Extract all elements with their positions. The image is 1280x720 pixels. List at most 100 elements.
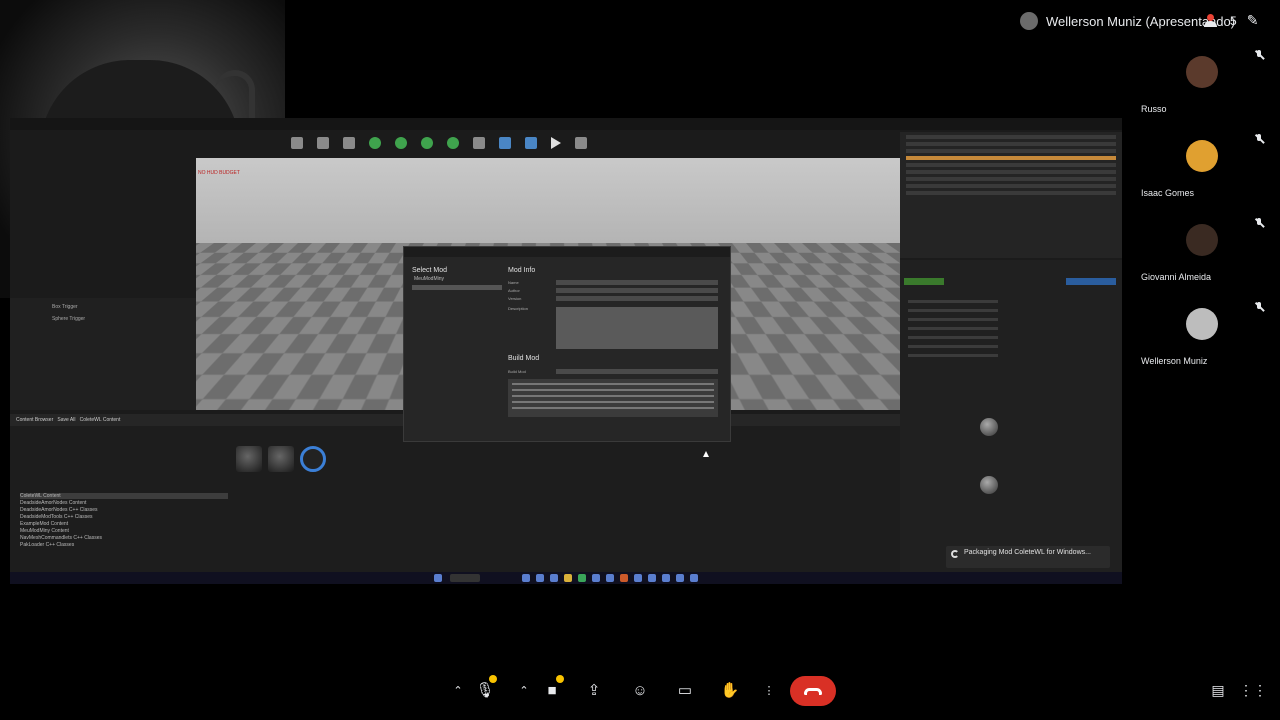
taskbar-app-icon — [536, 574, 544, 582]
taskbar-app-icon — [578, 574, 586, 582]
activities-icon[interactable]: ⋮⋮ — [1239, 680, 1267, 700]
field-label: Author — [508, 288, 520, 293]
details-row — [908, 354, 998, 357]
taskbar-app-icon — [634, 574, 642, 582]
taskbar-app-icon — [648, 574, 656, 582]
build-mod-button — [556, 369, 718, 374]
world-outliner — [900, 132, 1122, 258]
participant-name: Russo — [1141, 104, 1167, 114]
outliner-row — [906, 149, 1116, 153]
save-all-button: Save All — [57, 417, 76, 423]
meet-call-window: Wellerson Muniz (Apresentando) 5 ✎ Box T… — [0, 0, 1280, 720]
camera-indicator — [556, 675, 564, 683]
tree-item: PakLoader C++ Classes — [20, 542, 75, 548]
details-row — [908, 300, 998, 303]
captions-icon[interactable]: ▭ — [667, 672, 703, 708]
camera-icon[interactable]: ■ — [534, 672, 570, 708]
participant-tile[interactable]: Wellerson Muniz — [1136, 300, 1272, 380]
content-path: ColeteWL Content — [79, 417, 121, 423]
log-line — [512, 383, 714, 385]
people-icon[interactable] — [1204, 13, 1220, 28]
details-row — [908, 327, 998, 330]
raise-hand-icon[interactable]: ✋ — [712, 672, 748, 708]
description-field — [556, 307, 718, 349]
log-line — [512, 401, 714, 403]
taskbar-app-icon — [662, 574, 670, 582]
blueprint-icon — [369, 137, 381, 149]
presenter-indicator[interactable]: Wellerson Muniz (Apresentando) — [1020, 12, 1235, 30]
details-panel — [900, 260, 1122, 576]
tree-item: MeuModMiny Content — [20, 528, 69, 534]
tree-item: ColeteWL Content — [20, 493, 228, 499]
editor-titlebar — [10, 118, 1122, 130]
taskbar-app-icon — [676, 574, 684, 582]
marketplace-icon — [317, 137, 329, 149]
participant-tile[interactable]: Giovanni Almeida — [1136, 216, 1272, 296]
tree-item: DeadsideAmorNodes Content — [20, 500, 87, 506]
log-line — [512, 407, 714, 409]
participant-tile[interactable]: Russo — [1136, 48, 1272, 128]
emoji-icon[interactable]: ☺ — [622, 672, 658, 708]
participant-name: Giovanni Almeida — [1141, 272, 1212, 282]
name-field — [556, 280, 718, 285]
mouse-cursor — [703, 451, 709, 457]
participant-name: Wellerson Muniz — [1141, 356, 1208, 366]
mod-info-heading: Mod Info — [508, 267, 536, 274]
mic-icon[interactable]: 🎙 — [467, 672, 503, 708]
settings-icon — [343, 137, 355, 149]
mic-off-icon — [1254, 302, 1264, 312]
build-mod-icon — [395, 137, 407, 149]
hangup-button[interactable] — [790, 676, 836, 706]
play-icon — [551, 137, 561, 149]
windows-taskbar — [10, 572, 1122, 584]
avatar — [1186, 140, 1218, 172]
taskbar-app-icon — [564, 574, 572, 582]
field-label: Description — [508, 306, 529, 311]
mod-list-item: MeuModMiny — [414, 276, 445, 282]
participant-count: 5 — [1230, 13, 1237, 28]
taskbar-app-icon — [550, 574, 558, 582]
details-row — [908, 345, 998, 348]
mod-build-dialog: Select Mod MeuModMiny Mod Info Name Auth… — [403, 246, 731, 442]
viewport-overlay-text: NO HUD BUDGET — [198, 170, 240, 176]
material-thumbnail — [980, 476, 998, 494]
content-icon — [291, 137, 303, 149]
packaging-toast: Packaging Mod ColeteWL for Windows... — [946, 546, 1110, 568]
audio-options-chevron-icon[interactable]: ⌃ — [448, 672, 468, 708]
spinner-icon — [951, 550, 959, 558]
participant-tile[interactable]: Isaac Gomes — [1136, 132, 1272, 212]
mic-level-indicator — [489, 675, 497, 683]
field-label: Version — [508, 296, 522, 301]
compile-icon — [525, 137, 537, 149]
edit-icon[interactable]: ✎ — [1247, 12, 1259, 29]
launch-icon — [575, 137, 587, 149]
build-log — [508, 379, 718, 417]
build-mod-heading: Build Mod — [508, 355, 540, 362]
content-browser-tab: Content Browser — [16, 417, 54, 423]
avatar — [1186, 56, 1218, 88]
video-options-chevron-icon[interactable]: ⌃ — [514, 672, 534, 708]
taskbar-app-icon — [592, 574, 600, 582]
dialog-titlebar — [404, 247, 730, 257]
hangup-icon — [804, 687, 822, 695]
add-component-button — [904, 278, 944, 285]
outliner-row — [906, 184, 1116, 188]
avatar — [1186, 308, 1218, 340]
asset-thumbnail — [300, 446, 326, 472]
taskbar-app-icon — [522, 574, 530, 582]
more-icon[interactable]: ⋮ — [759, 672, 779, 708]
create-mod-icon — [421, 137, 433, 149]
place-item: Box Trigger — [52, 304, 78, 310]
present-icon[interactable]: ⇪ — [576, 672, 612, 708]
call-controls: ⌃ 🎙 ⌃ ■ ⇪ ☺ ▭ ✋ ⋮ — [0, 672, 1280, 708]
tree-item: NavMeshCommandlets C++ Classes — [20, 535, 102, 541]
select-mod-heading: Select Mod — [412, 267, 448, 274]
mod-list-selection — [412, 285, 502, 290]
version-field — [556, 296, 718, 301]
chat-icon[interactable]: ▤ — [1208, 680, 1228, 700]
field-label: Name — [508, 280, 519, 285]
build-label: Build Mod — [508, 369, 526, 374]
outliner-row — [906, 170, 1116, 174]
outliner-row — [906, 142, 1116, 146]
taskbar-app-icon — [620, 574, 628, 582]
